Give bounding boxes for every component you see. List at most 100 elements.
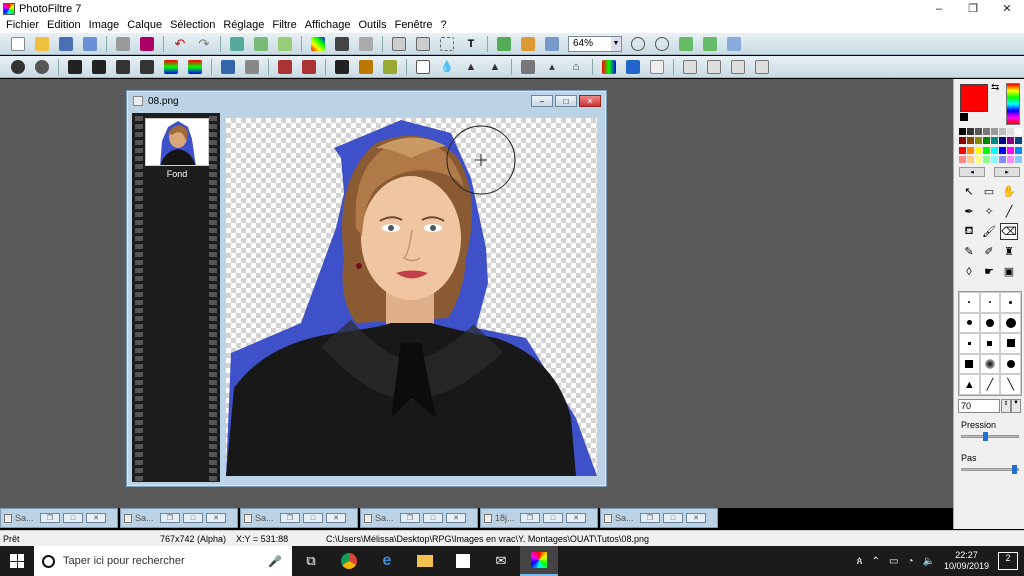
palette-swatch[interactable] — [1007, 146, 1014, 154]
palette-next-button[interactable]: ▸ — [994, 167, 1020, 177]
foreground-color-swatch[interactable] — [960, 84, 988, 112]
pression-slider-thumb[interactable] — [983, 432, 989, 441]
menu-edition[interactable]: Edition — [44, 19, 86, 31]
zoom-select[interactable]: 64% ▼ — [568, 35, 622, 52]
restore-button[interactable]: ❐ — [520, 513, 540, 523]
doc-maximize-button[interactable]: □ — [555, 95, 577, 107]
brush-option[interactable] — [1000, 333, 1021, 354]
palette-swatch[interactable] — [999, 137, 1006, 145]
palette-swatch[interactable] — [999, 155, 1006, 163]
grid-filter-icon[interactable] — [335, 59, 349, 74]
auto-filter-icon[interactable] — [278, 59, 292, 74]
scan-icon[interactable] — [140, 36, 154, 51]
brightness-minus-icon[interactable] — [68, 59, 82, 74]
close-button[interactable]: ✕ — [566, 513, 586, 523]
palette-swatch[interactable] — [967, 155, 974, 163]
store-icon[interactable] — [444, 546, 482, 576]
maximize-button[interactable]: □ — [543, 513, 563, 523]
zoom-out-icon[interactable] — [655, 36, 669, 51]
eraser-icon[interactable]: ⌫ — [1000, 223, 1018, 240]
palette-swatch[interactable] — [975, 137, 982, 145]
gamma-icon[interactable] — [221, 59, 235, 74]
task-view-icon[interactable]: ⧉ — [292, 546, 330, 576]
clone-icon[interactable]: ▣ — [1000, 263, 1018, 280]
palette-swatch[interactable] — [991, 155, 998, 163]
battery-icon[interactable]: ▭ — [889, 556, 898, 567]
menu-calque[interactable]: Calque — [124, 19, 167, 31]
pas-slider[interactable] — [961, 465, 1019, 474]
palette-swatch[interactable] — [975, 128, 982, 135]
stamp-tool-icon[interactable]: ♜ — [1000, 243, 1018, 260]
maximize-button[interactable]: □ — [663, 513, 683, 523]
maximize-button[interactable]: □ — [63, 513, 83, 523]
print-icon[interactable] — [116, 36, 130, 51]
color-spectrum[interactable] — [1006, 83, 1020, 125]
palette-swatch[interactable] — [967, 137, 974, 145]
menu-reglage[interactable]: Réglage — [220, 19, 269, 31]
doc-minimize-button[interactable]: – — [531, 95, 553, 107]
palette-swatch[interactable] — [1015, 146, 1022, 154]
minimized-window[interactable]: Sa... ❐ □ ✕ — [240, 508, 358, 528]
paste-icon[interactable] — [254, 36, 268, 51]
restore-button[interactable]: ❐ — [400, 513, 420, 523]
frame-icon[interactable] — [545, 36, 559, 51]
palette-swatch[interactable] — [1007, 137, 1014, 145]
hand-tool-icon[interactable]: ✋ — [1000, 183, 1018, 200]
minimized-window[interactable]: 18j... ❐ □ ✕ — [480, 508, 598, 528]
palette-swatch[interactable] — [959, 137, 966, 145]
layer-icon[interactable] — [497, 36, 511, 51]
image-canvas[interactable] — [226, 118, 597, 476]
minimized-window[interactable]: Sa... ❐ □ ✕ — [0, 508, 118, 528]
close-button[interactable]: ✕ — [446, 513, 466, 523]
save-as-icon[interactable] — [83, 36, 97, 51]
palette-swatch[interactable] — [999, 128, 1006, 135]
palette-swatch[interactable] — [1007, 155, 1014, 163]
close-button[interactable]: ✕ — [686, 513, 706, 523]
brush-option[interactable] — [1000, 353, 1021, 375]
filter-icon[interactable] — [359, 36, 373, 51]
pointer-tool-icon[interactable]: ↖ — [960, 183, 978, 200]
auto-contrast-icon[interactable] — [35, 59, 49, 74]
blur-drop-icon[interactable]: ◊ — [960, 263, 978, 280]
file-explorer-icon[interactable] — [406, 546, 444, 576]
flip-horizontal-icon[interactable] — [683, 59, 697, 74]
photofiltre-taskbar-icon[interactable] — [520, 546, 558, 576]
doc-close-button[interactable]: ✕ — [579, 95, 601, 107]
close-button[interactable]: ✕ — [206, 513, 226, 523]
open-folder-icon[interactable] — [35, 36, 49, 51]
fill-bucket-icon[interactable]: ⛾ — [960, 223, 978, 240]
canvas-size-icon[interactable] — [416, 36, 430, 51]
document-window[interactable]: 08.png – □ ✕ Fond — [126, 90, 607, 487]
copy-icon[interactable] — [230, 36, 244, 51]
undo-icon[interactable]: ↶ — [173, 36, 187, 51]
palette-swatch[interactable] — [1015, 155, 1022, 163]
brush-option[interactable]: ╱ — [979, 374, 1001, 395]
blur-icon[interactable] — [416, 59, 430, 74]
advanced-brush-icon[interactable]: ✐ — [980, 243, 998, 260]
auto-filter-2-icon[interactable] — [302, 59, 316, 74]
auto-level-icon[interactable] — [11, 59, 25, 74]
fit-window-icon[interactable] — [679, 36, 693, 51]
menu-affichage[interactable]: Affichage — [302, 19, 356, 31]
brightness-plus-icon[interactable] — [92, 59, 106, 74]
brush-option[interactable] — [979, 333, 1001, 354]
palette-swatch[interactable] — [959, 146, 966, 154]
palette-swatch[interactable] — [991, 146, 998, 154]
spray-icon[interactable]: 🖌 — [980, 223, 998, 240]
network-icon[interactable]: ◔ — [907, 556, 913, 567]
palette-swatch[interactable] — [991, 137, 998, 145]
saturation-plus-icon[interactable] — [188, 59, 202, 74]
palette-swatch[interactable] — [1015, 128, 1022, 135]
texture-icon[interactable] — [383, 59, 397, 74]
palette-swatch[interactable] — [991, 128, 998, 135]
palette-swatch[interactable] — [975, 146, 982, 154]
color-balance-icon[interactable] — [626, 59, 640, 74]
microphone-icon[interactable]: 🎤 — [268, 555, 282, 568]
maximize-button[interactable]: □ — [423, 513, 443, 523]
palette-swatch[interactable] — [1007, 128, 1014, 135]
chevron-down-icon[interactable]: ▼ — [611, 36, 621, 51]
color-palette[interactable] — [959, 128, 1022, 164]
image-size-icon[interactable] — [392, 36, 406, 51]
text-icon[interactable]: T — [464, 37, 478, 51]
magic-wand-icon[interactable]: ✧ — [980, 203, 998, 220]
